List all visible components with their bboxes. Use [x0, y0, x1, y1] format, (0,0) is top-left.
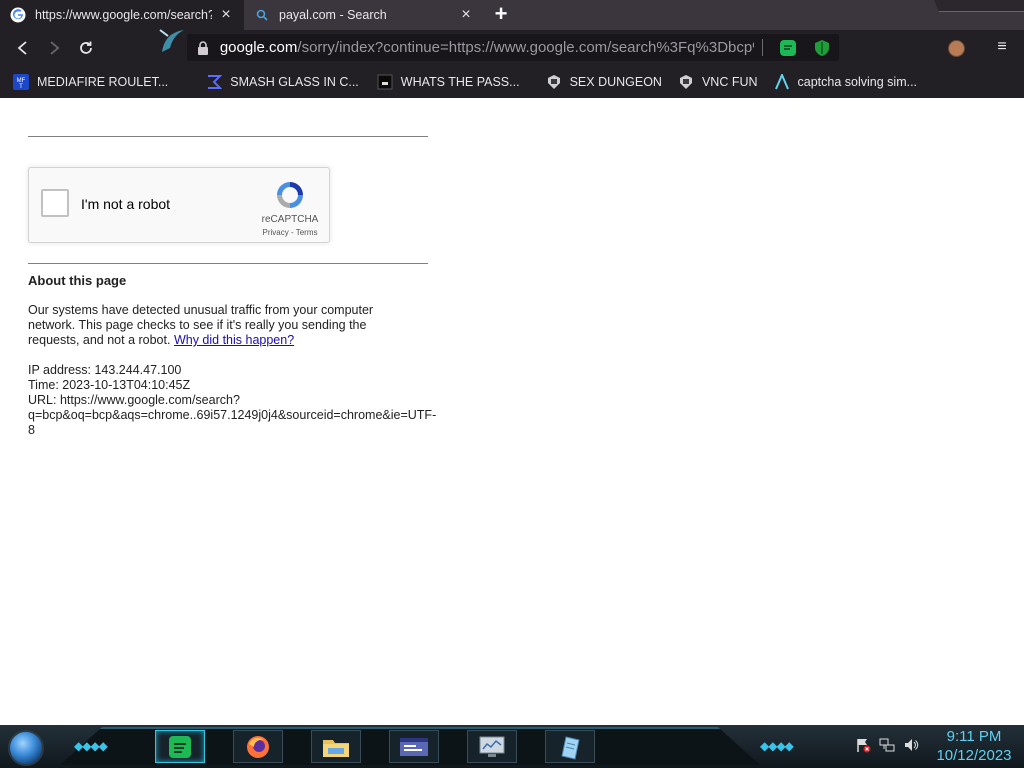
close-tab-icon[interactable]: ×: [218, 7, 234, 23]
omnibox-divider: [762, 39, 763, 56]
firefox-icon[interactable]: [233, 730, 283, 763]
recaptcha-widget: I'm not a robot reCAPTCHA Privacy - Term…: [28, 167, 330, 243]
bookmark-label: VNC FUN: [701, 74, 758, 89]
tab-title: payal.com - Search: [279, 8, 387, 22]
badge-icon: [546, 74, 562, 90]
bookmark-label: SMASH GLASS IN C...: [230, 74, 359, 89]
time-line: Time: 2023-10-13T04:10:45Z: [28, 378, 191, 392]
bookmark-label: MEDIAFIRE ROULET...: [37, 74, 169, 89]
lock-icon: [197, 40, 211, 55]
recaptcha-privacy-terms[interactable]: Privacy - Terms: [251, 228, 329, 237]
browser-toolbar: google.com/sorry/index?continue=https://…: [0, 30, 1024, 65]
bookmark-captcha-solving[interactable]: captcha solving sim...: [774, 73, 918, 90]
bookmark-label: captcha solving sim...: [797, 74, 918, 89]
back-arrow-icon[interactable]: [12, 37, 34, 59]
bookmark-label: WHATS THE PASS...: [400, 74, 520, 89]
tab-google-search[interactable]: https://www.google.com/search?q ×: [0, 0, 244, 30]
taskbar-clock[interactable]: 9:11 PM 10/12/2023: [928, 727, 1020, 765]
url-line: q=bcp&oq=bcp&aqs=chrome..69i57.1249j0j4&…: [28, 408, 437, 422]
window-app-icon[interactable]: [389, 730, 439, 763]
request-info: IP address: 143.244.47.100 Time: 2023-10…: [28, 363, 468, 438]
address-bar[interactable]: google.com/sorry/index?continue=https://…: [187, 34, 839, 61]
tab-payal-search[interactable]: payal.com - Search ×: [244, 0, 484, 30]
chat-extension-icon[interactable]: [779, 39, 797, 57]
google-g-icon: [10, 7, 26, 23]
why-did-this-happen-link[interactable]: Why did this happen?: [174, 333, 294, 347]
clock-time: 9:11 PM: [946, 728, 1002, 745]
bookmark-smash-glass[interactable]: SMASH GLASS IN C...: [206, 74, 359, 90]
recaptcha-label: I'm not a robot: [81, 196, 171, 212]
profile-avatar[interactable]: [948, 40, 965, 57]
chevron-decoration-icon: ◆◆◆◆: [74, 739, 108, 753]
file-explorer-icon[interactable]: [311, 730, 361, 763]
forward-arrow-icon[interactable]: [43, 37, 65, 59]
lambda-icon: [774, 73, 790, 90]
spotify-icon[interactable]: [155, 730, 205, 763]
bookmark-sex-dungeon[interactable]: SEX DUNGEON: [546, 74, 662, 90]
bookmark-label: SEX DUNGEON: [569, 74, 662, 89]
divider-bottom: [28, 263, 428, 264]
sigma-icon: [206, 74, 223, 90]
new-tab-plus-icon[interactable]: +: [490, 3, 512, 26]
clock-date: 10/12/2023: [936, 747, 1012, 764]
url-host: google.com: [219, 39, 298, 56]
url-path: /sorry/index?continue=https://www.google…: [297, 39, 754, 56]
ip-address-line: IP address: 143.244.47.100: [28, 363, 182, 377]
window-controls[interactable]: [934, 0, 1024, 12]
recaptcha-checkbox[interactable]: [41, 189, 69, 217]
mediafire-icon: MF T: [13, 73, 29, 90]
about-title: About this page: [28, 273, 127, 288]
search-icon: [254, 7, 270, 23]
url-line: URL: https://www.google.com/search?: [28, 393, 240, 407]
shield-extension-icon[interactable]: [813, 39, 831, 57]
divider-top: [28, 136, 428, 137]
svg-text:T: T: [19, 84, 23, 90]
action-center-flag-icon[interactable]: [855, 737, 871, 758]
menu-icon[interactable]: ≡: [993, 38, 1011, 56]
volume-icon[interactable]: [903, 737, 919, 758]
taskbar: ◆◆◆◆ ◆◆◆◆ 9:11 PM 10/12/2023: [0, 725, 1024, 768]
tab-title: https://www.google.com/search?q: [35, 8, 212, 22]
bookmark-mediafire[interactable]: MF T MEDIAFIRE ROULET...: [13, 73, 169, 90]
swirl-logo-icon: [159, 29, 184, 52]
recaptcha-logo-icon: [277, 182, 303, 208]
url-text[interactable]: google.com/sorry/index?continue=https://…: [220, 39, 754, 56]
screen: https://www.google.com/search?q × payal.…: [0, 0, 1024, 768]
reload-icon[interactable]: [75, 37, 97, 59]
bookmarks-bar: MF T MEDIAFIRE ROULET... SMASH GLASS IN C…: [0, 65, 1024, 98]
chevron-decoration-icon: ◆◆◆◆: [760, 739, 794, 753]
bookmark-whats-the-pass[interactable]: WHATS THE PASS...: [377, 74, 520, 90]
url-line: 8: [28, 423, 35, 437]
page-content: I'm not a robot reCAPTCHA Privacy - Term…: [0, 98, 1024, 725]
monitor-app-icon[interactable]: [467, 730, 517, 763]
explanation-text: Our systems have detected unusual traffi…: [28, 303, 400, 348]
system-tray: [855, 737, 919, 758]
square-icon: [377, 74, 393, 90]
notepad-icon[interactable]: [545, 730, 595, 763]
badge-icon: [678, 74, 694, 90]
bookmark-vnc-fun[interactable]: VNC FUN: [678, 74, 758, 90]
recaptcha-brand: reCAPTCHA: [261, 214, 319, 225]
start-orb-icon[interactable]: [8, 730, 44, 766]
close-tab-icon[interactable]: ×: [458, 7, 474, 23]
network-icon[interactable]: [879, 737, 895, 758]
tab-strip: https://www.google.com/search?q × payal.…: [0, 0, 1024, 30]
